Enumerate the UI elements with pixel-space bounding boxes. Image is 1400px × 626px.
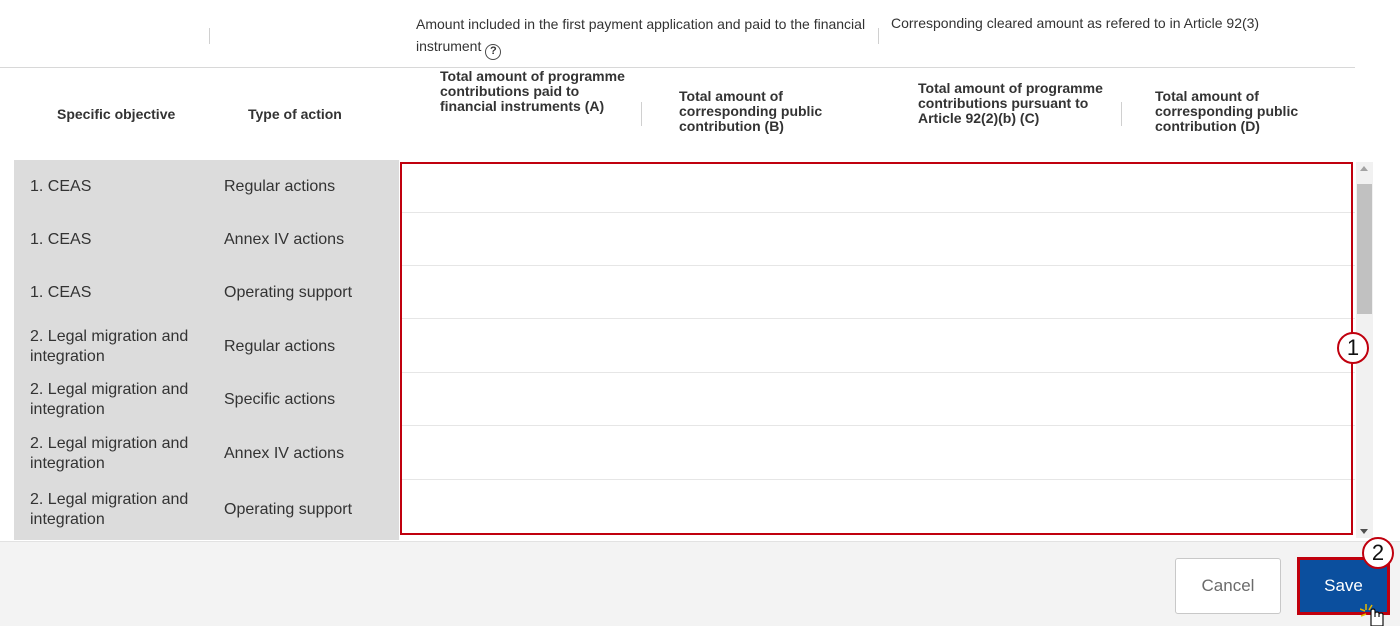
row-specific-objective: 2. Legal migration and integration bbox=[30, 327, 189, 365]
column-header: Specific objective Type of action Total … bbox=[0, 68, 1355, 160]
row-type-of-action: Operating support bbox=[224, 283, 353, 301]
column-header-specific-objective: Specific objective bbox=[57, 106, 176, 122]
row-specific-objective: 1. CEAS bbox=[30, 177, 92, 195]
callout-marker-1: 1 bbox=[1337, 332, 1369, 364]
callout-marker-2: 2 bbox=[1362, 537, 1394, 569]
row-type-of-action: Specific actions bbox=[224, 390, 336, 408]
group-header-first-payment: Amount included in the first payment app… bbox=[416, 13, 866, 60]
row-type-of-action: Regular actions bbox=[224, 177, 336, 195]
row-type-of-action: Operating support bbox=[224, 501, 353, 518]
divider bbox=[209, 28, 210, 44]
scrollbar-thumb[interactable] bbox=[1357, 184, 1372, 314]
row-specific-objective: 2. Legal migration and integration bbox=[30, 434, 189, 472]
page: Amount included in the first payment app… bbox=[0, 0, 1400, 626]
scroll-down-arrow-icon[interactable] bbox=[1360, 529, 1368, 534]
divider bbox=[878, 28, 879, 44]
editable-amounts-area[interactable] bbox=[400, 162, 1353, 535]
scroll-up-arrow-icon[interactable] bbox=[1360, 166, 1368, 171]
cancel-button[interactable]: Cancel bbox=[1175, 558, 1281, 614]
row-type-of-action: Annex IV actions bbox=[224, 230, 345, 248]
column-header-type-of-action: Type of action bbox=[248, 106, 342, 122]
group-header: Amount included in the first payment app… bbox=[0, 0, 1355, 68]
row-specific-objective: 1. CEAS bbox=[30, 283, 92, 301]
column-header-c: Total amount of programme contributions … bbox=[918, 80, 1103, 126]
divider bbox=[1121, 102, 1122, 126]
column-header-a: Total amount of programme contributions … bbox=[440, 68, 625, 114]
row-specific-objective: 2. Legal migration and integration bbox=[30, 491, 189, 528]
help-circle-icon[interactable]: ? bbox=[485, 44, 502, 60]
divider bbox=[641, 102, 642, 126]
row-specific-objective: 2. Legal migration and integration bbox=[30, 380, 189, 418]
row-type-of-action: Annex IV actions bbox=[224, 444, 345, 462]
column-header-d: Total amount of corresponding public con… bbox=[1155, 88, 1299, 134]
footer-bar: Cancel Save bbox=[0, 541, 1400, 626]
hand-pointer-icon bbox=[1360, 604, 1384, 626]
row-type-of-action: Regular actions bbox=[224, 337, 336, 355]
column-header-b: Total amount of corresponding public con… bbox=[679, 88, 823, 134]
group-header-cleared-amount: Corresponding cleared amount as refered … bbox=[891, 15, 1260, 31]
row-specific-objective: 1. CEAS bbox=[30, 230, 92, 248]
